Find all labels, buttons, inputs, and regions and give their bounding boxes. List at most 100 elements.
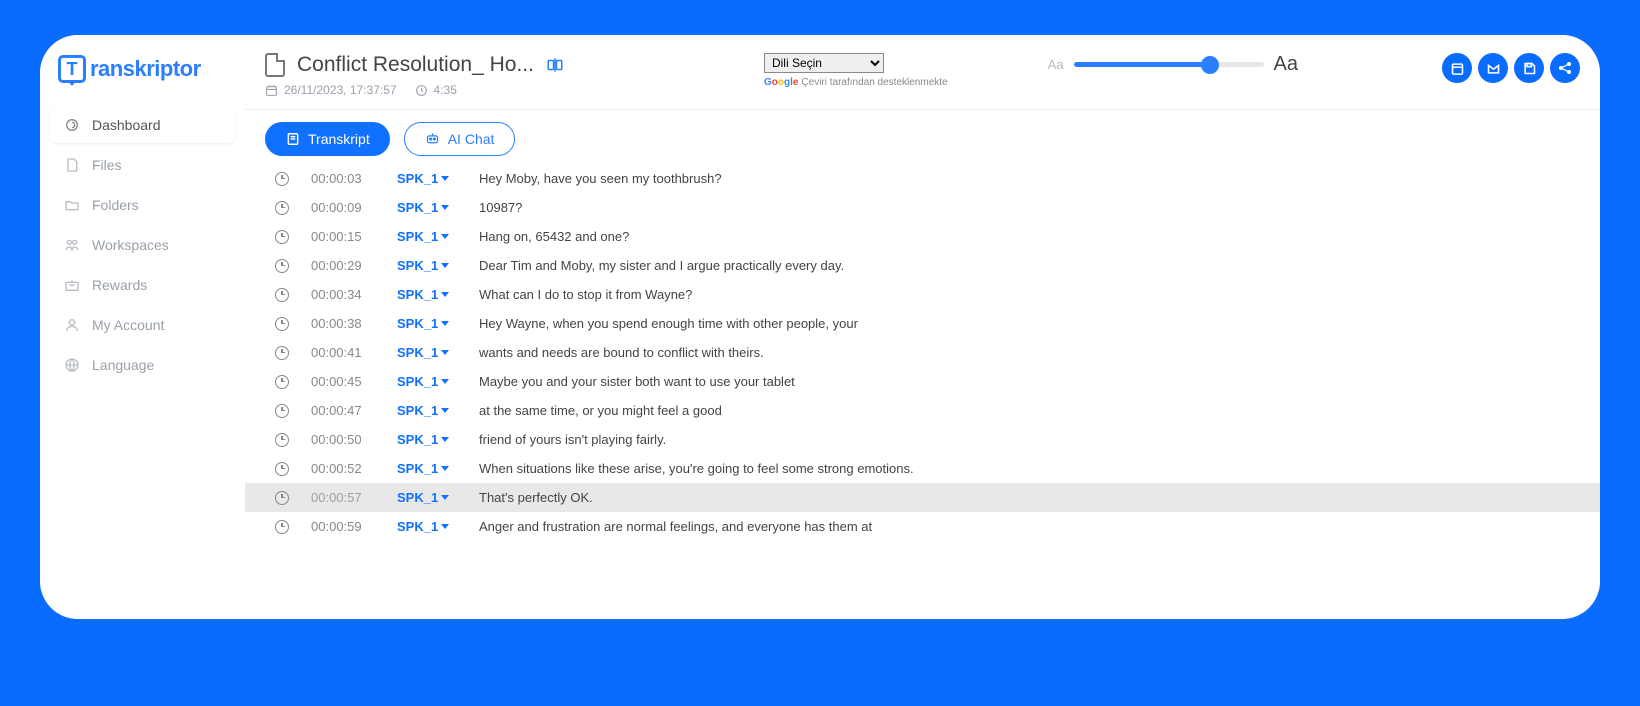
speaker-select[interactable]: SPK_1 (397, 287, 457, 302)
sidebar-item-files[interactable]: Files (50, 147, 235, 183)
transcript-list: 00:00:03 SPK_1 Hey Moby, have you seen my … (245, 164, 1600, 619)
transcript-row[interactable]: 00:00:03 SPK_1 Hey Moby, have you seen my … (245, 164, 1600, 193)
transcript-row[interactable]: 00:00:09 SPK_1 10987? (245, 193, 1600, 222)
transcript-text[interactable]: Anger and frustration are normal feeling… (479, 519, 872, 534)
transcript-row[interactable]: 00:00:34 SPK_1 What can I do to stop it fr… (245, 280, 1600, 309)
chevron-down-icon (441, 495, 449, 500)
action-icons (1442, 53, 1580, 83)
font-slider[interactable] (1074, 62, 1264, 67)
transcript-text[interactable]: friend of yours isn't playing fairly. (479, 432, 666, 447)
chevron-down-icon (441, 408, 449, 413)
nav-icon (64, 117, 80, 133)
transcript-row[interactable]: 00:00:38 SPK_1 Hey Wayne, when you spend e… (245, 309, 1600, 338)
transcript-text[interactable]: 10987? (479, 200, 522, 215)
transcript-text[interactable]: Hey Moby, have you seen my toothbrush? (479, 171, 722, 186)
clock-icon (275, 346, 289, 360)
timestamp: 00:00:09 (311, 200, 375, 215)
transcript-row[interactable]: 00:00:50 SPK_1 friend of yours isn't playi… (245, 425, 1600, 454)
meta-duration: 4:35 (415, 83, 457, 97)
transcript-text[interactable]: at the same time, or you might feel a go… (479, 403, 722, 418)
transcript-row[interactable]: 00:00:15 SPK_1 Hang on, 65432 and one? (245, 222, 1600, 251)
clock-icon (275, 172, 289, 186)
speaker-select[interactable]: SPK_1 (397, 345, 457, 360)
tab-transcript[interactable]: Transkript (265, 122, 390, 156)
speaker-select[interactable]: SPK_1 (397, 200, 457, 215)
clock-icon (415, 84, 428, 97)
transcript-row[interactable]: 00:00:41 SPK_1 wants and needs are bound t… (245, 338, 1600, 367)
speaker-select[interactable]: SPK_1 (397, 461, 457, 476)
speaker-select[interactable]: SPK_1 (397, 171, 457, 186)
clock-icon (275, 230, 289, 244)
speaker-select[interactable]: SPK_1 (397, 403, 457, 418)
clock-icon (275, 259, 289, 273)
transcript-text[interactable]: When situations like these arise, you're… (479, 461, 914, 476)
sidebar-item-dashboard[interactable]: Dashboard (50, 107, 235, 143)
timestamp: 00:00:15 (311, 229, 375, 244)
speaker-select[interactable]: SPK_1 (397, 432, 457, 447)
slider-thumb[interactable] (1201, 56, 1219, 74)
transcript-row[interactable]: 00:00:59SPK_1Anger and frustration are n… (245, 512, 1600, 541)
speaker-select[interactable]: SPK_1 (397, 316, 457, 331)
language-select[interactable]: Dili Seçin (764, 53, 884, 73)
transcript-icon (285, 132, 300, 147)
sidebar-item-label: Workspaces (92, 237, 169, 253)
page-title: Conflict Resolution_ Ho... (297, 53, 534, 77)
transcript-row[interactable]: 00:00:47 SPK_1 at the same time, or you mi… (245, 396, 1600, 425)
sidebar-item-folders[interactable]: Folders (50, 187, 235, 223)
logo[interactable]: T ranskriptor (50, 55, 235, 83)
nav-icon (64, 277, 80, 293)
clock-icon (275, 462, 289, 476)
speaker-select[interactable]: SPK_1 (397, 229, 457, 244)
tab-ai-chat-label: AI Chat (448, 131, 495, 147)
save-button[interactable] (1514, 53, 1544, 83)
transcript-text[interactable]: Hey Wayne, when you spend enough time wi… (479, 316, 858, 331)
speaker-select[interactable]: SPK_1 (397, 490, 457, 505)
nav-icon (64, 317, 80, 333)
speaker-select[interactable]: SPK_1 (397, 258, 457, 273)
rename-icon[interactable] (546, 56, 564, 74)
sidebar-item-my-account[interactable]: My Account (50, 307, 235, 343)
sidebar-item-workspaces[interactable]: Workspaces (50, 227, 235, 263)
export-button[interactable] (1478, 53, 1508, 83)
nav-icon (64, 157, 80, 173)
sidebar-item-rewards[interactable]: Rewards (50, 267, 235, 303)
tabs: Transkript AI Chat (245, 110, 1600, 164)
transcript-text[interactable]: Maybe you and your sister both want to u… (479, 374, 795, 389)
sidebar-item-label: Rewards (92, 277, 147, 293)
share-button[interactable] (1550, 53, 1580, 83)
transcript-row[interactable]: 00:00:57SPK_1That's perfectly OK. (245, 483, 1600, 512)
font-small-label: Aa (1048, 57, 1064, 72)
transcript-row[interactable]: 00:00:45SPK_1Maybe you and your sister b… (245, 367, 1600, 396)
transcript-text[interactable]: Dear Tim and Moby, my sister and I argue… (479, 258, 844, 273)
timestamp: 00:00:41 (311, 345, 375, 360)
sidebar: T ranskriptor Dashboard Files Folders Works… (40, 35, 245, 619)
sidebar-item-language[interactable]: Language (50, 347, 235, 383)
transcript-text[interactable]: What can I do to stop it from Wayne? (479, 287, 692, 302)
chevron-down-icon (441, 292, 449, 297)
transcript-text[interactable]: wants and needs are bound to conflict wi… (479, 345, 764, 360)
chevron-down-icon (441, 437, 449, 442)
timestamp: 00:00:03 (311, 171, 375, 186)
chevron-down-icon (441, 466, 449, 471)
transcript-row[interactable]: 00:00:52 SPK_1 When situations like these … (245, 454, 1600, 483)
schedule-button[interactable] (1442, 53, 1472, 83)
nav-icon (64, 197, 80, 213)
timestamp: 00:00:47 (311, 403, 375, 418)
timestamp: 00:00:50 (311, 432, 375, 447)
speaker-select[interactable]: SPK_1 (397, 519, 457, 534)
chevron-down-icon (441, 234, 449, 239)
timestamp: 00:00:34 (311, 287, 375, 302)
timestamp: 00:00:38 (311, 316, 375, 331)
speaker-select[interactable]: SPK_1 (397, 374, 457, 389)
timestamp: 00:00:52 (311, 461, 375, 476)
transcript-text[interactable]: Hang on, 65432 and one? (479, 229, 629, 244)
transcript-row[interactable]: 00:00:29SPK_1Dear Tim and Moby, my siste… (245, 251, 1600, 280)
chevron-down-icon (441, 524, 449, 529)
tab-ai-chat[interactable]: AI Chat (404, 122, 516, 156)
chevron-down-icon (441, 321, 449, 326)
clock-icon (275, 491, 289, 505)
clock-icon (275, 288, 289, 302)
font-large-label: Aa (1274, 53, 1298, 76)
transcript-text[interactable]: That's perfectly OK. (479, 490, 593, 505)
clock-icon (275, 375, 289, 389)
